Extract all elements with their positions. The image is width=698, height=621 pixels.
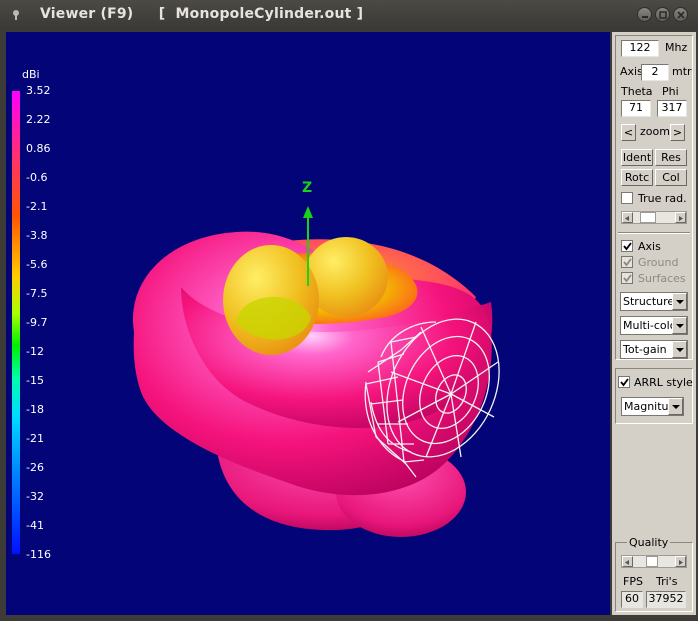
ident-button[interactable]: Ident	[621, 149, 653, 166]
slider-left-arrow[interactable]	[622, 556, 633, 567]
ground-checkbox-label: Ground	[638, 256, 679, 269]
gain-type-dropdown[interactable]: Tot-gain	[620, 340, 688, 359]
z-axis-label: Z	[302, 180, 312, 196]
pattern-viewport[interactable]: dBi 3.52 2.22 0.86 -0.6 -2.1 -3.8 -5.6 -7.5 -9.7…	[6, 32, 610, 615]
check-icon	[623, 258, 632, 267]
dropdown-arrow-icon	[668, 398, 683, 415]
true-rad-slider[interactable]	[621, 211, 687, 224]
magnitude-dropdown[interactable]: Magnituc	[621, 397, 684, 416]
slider-thumb[interactable]	[646, 556, 658, 567]
tris-value: 37952	[646, 591, 686, 608]
zoom-label: zoom	[640, 125, 670, 138]
separator	[618, 232, 690, 234]
color-mode-dropdown[interactable]: Multi-colo	[620, 316, 688, 335]
check-icon	[623, 242, 632, 251]
fps-value: 60	[621, 591, 643, 608]
phi-label: Phi	[662, 85, 679, 98]
surfaces-checkbox[interactable]	[621, 272, 633, 284]
dropdown-arrow-icon	[672, 341, 687, 358]
frequency-input[interactable]: 122	[621, 40, 659, 57]
rotc-button[interactable]: Rotc	[621, 169, 653, 186]
dropdown-arrow-icon	[672, 317, 687, 334]
maximize-icon	[659, 11, 667, 19]
control-panel: 122 Mhz Axis 2 mtr Theta Phi 71 317 < zo…	[612, 32, 696, 615]
close-icon	[677, 11, 685, 19]
axis-length-input[interactable]: 2	[641, 64, 669, 81]
col-button[interactable]: Col	[655, 169, 687, 186]
axis-checkbox-label: Axis	[638, 240, 661, 253]
title-bar: Viewer (F9) [ MonopoleCylinder.out ]	[0, 0, 698, 30]
gain-type-dropdown-value: Tot-gain	[623, 343, 667, 356]
zoom-out-button[interactable]: <	[621, 124, 636, 141]
check-icon	[623, 274, 632, 283]
arrl-style-label: ARRL style	[634, 376, 693, 389]
frequency-unit: Mhz	[665, 41, 688, 54]
true-rad-label: True rad.	[638, 192, 687, 205]
window-title: Viewer (F9) [ MonopoleCylinder.out ]	[40, 6, 364, 22]
close-button[interactable]	[673, 7, 688, 22]
slider-right-arrow[interactable]	[675, 556, 686, 567]
tris-label: Tri's	[656, 575, 678, 588]
check-icon	[620, 378, 629, 387]
structure-dropdown-value: Structure	[623, 295, 675, 308]
app-icon	[13, 10, 19, 20]
structure-dropdown[interactable]: Structure	[620, 292, 688, 311]
slider-right-arrow[interactable]	[675, 212, 686, 223]
slider-thumb[interactable]	[640, 212, 656, 223]
zoom-in-button[interactable]: >	[670, 124, 685, 141]
theta-label: Theta	[621, 85, 653, 98]
arrl-style-checkbox[interactable]	[618, 376, 630, 388]
minimize-button[interactable]	[637, 7, 652, 22]
true-rad-checkbox[interactable]	[621, 192, 633, 204]
res-button[interactable]: Res	[655, 149, 687, 166]
maximize-button[interactable]	[655, 7, 670, 22]
axis-checkbox[interactable]	[621, 240, 633, 252]
color-mode-dropdown-value: Multi-colo	[623, 319, 677, 332]
dropdown-arrow-icon	[672, 293, 687, 310]
minimize-icon	[642, 16, 648, 18]
axis-length-label: Axis	[620, 65, 643, 78]
theta-input[interactable]: 71	[621, 100, 651, 117]
fps-label: FPS	[623, 575, 643, 588]
axis-length-unit: mtr	[672, 65, 692, 78]
phi-input[interactable]: 317	[657, 100, 687, 117]
quality-label: Quality	[627, 536, 671, 549]
slider-left-arrow[interactable]	[622, 212, 633, 223]
quality-slider[interactable]	[621, 555, 687, 568]
ground-checkbox[interactable]	[621, 256, 633, 268]
radiation-pattern-3d: Z	[132, 180, 500, 537]
magnitude-dropdown-value: Magnituc	[624, 400, 675, 413]
surfaces-checkbox-label: Surfaces	[638, 272, 686, 285]
